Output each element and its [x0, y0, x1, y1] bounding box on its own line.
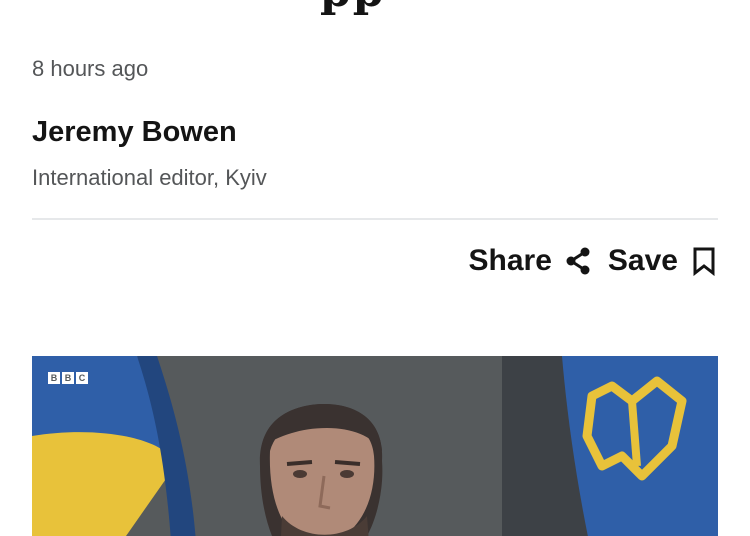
article-page: pp 8 hours ago Jeremy Bowen Internationa…: [0, 0, 750, 536]
bbc-logo: B B C: [48, 372, 88, 384]
share-icon: [564, 246, 592, 276]
bbc-logo-letter: B: [48, 372, 60, 384]
article-video-still[interactable]: B B C: [32, 356, 718, 536]
bbc-logo-letter: B: [62, 372, 74, 384]
video-still-image: [32, 356, 718, 536]
bbc-logo-letter: C: [76, 372, 88, 384]
share-button[interactable]: Share: [469, 244, 592, 278]
article-timestamp: 8 hours ago: [32, 56, 149, 81]
share-label: Share: [468, 244, 552, 277]
save-label: Save: [607, 244, 678, 277]
bookmark-icon: [690, 246, 718, 276]
author-role: International editor, Kyiv: [32, 165, 267, 190]
headline-fragment: pp: [320, 0, 386, 17]
byline-divider: [32, 218, 718, 220]
author-name[interactable]: Jeremy Bowen: [32, 116, 237, 149]
save-button[interactable]: Save: [608, 244, 718, 278]
article-actions: Share Save: [469, 244, 718, 278]
